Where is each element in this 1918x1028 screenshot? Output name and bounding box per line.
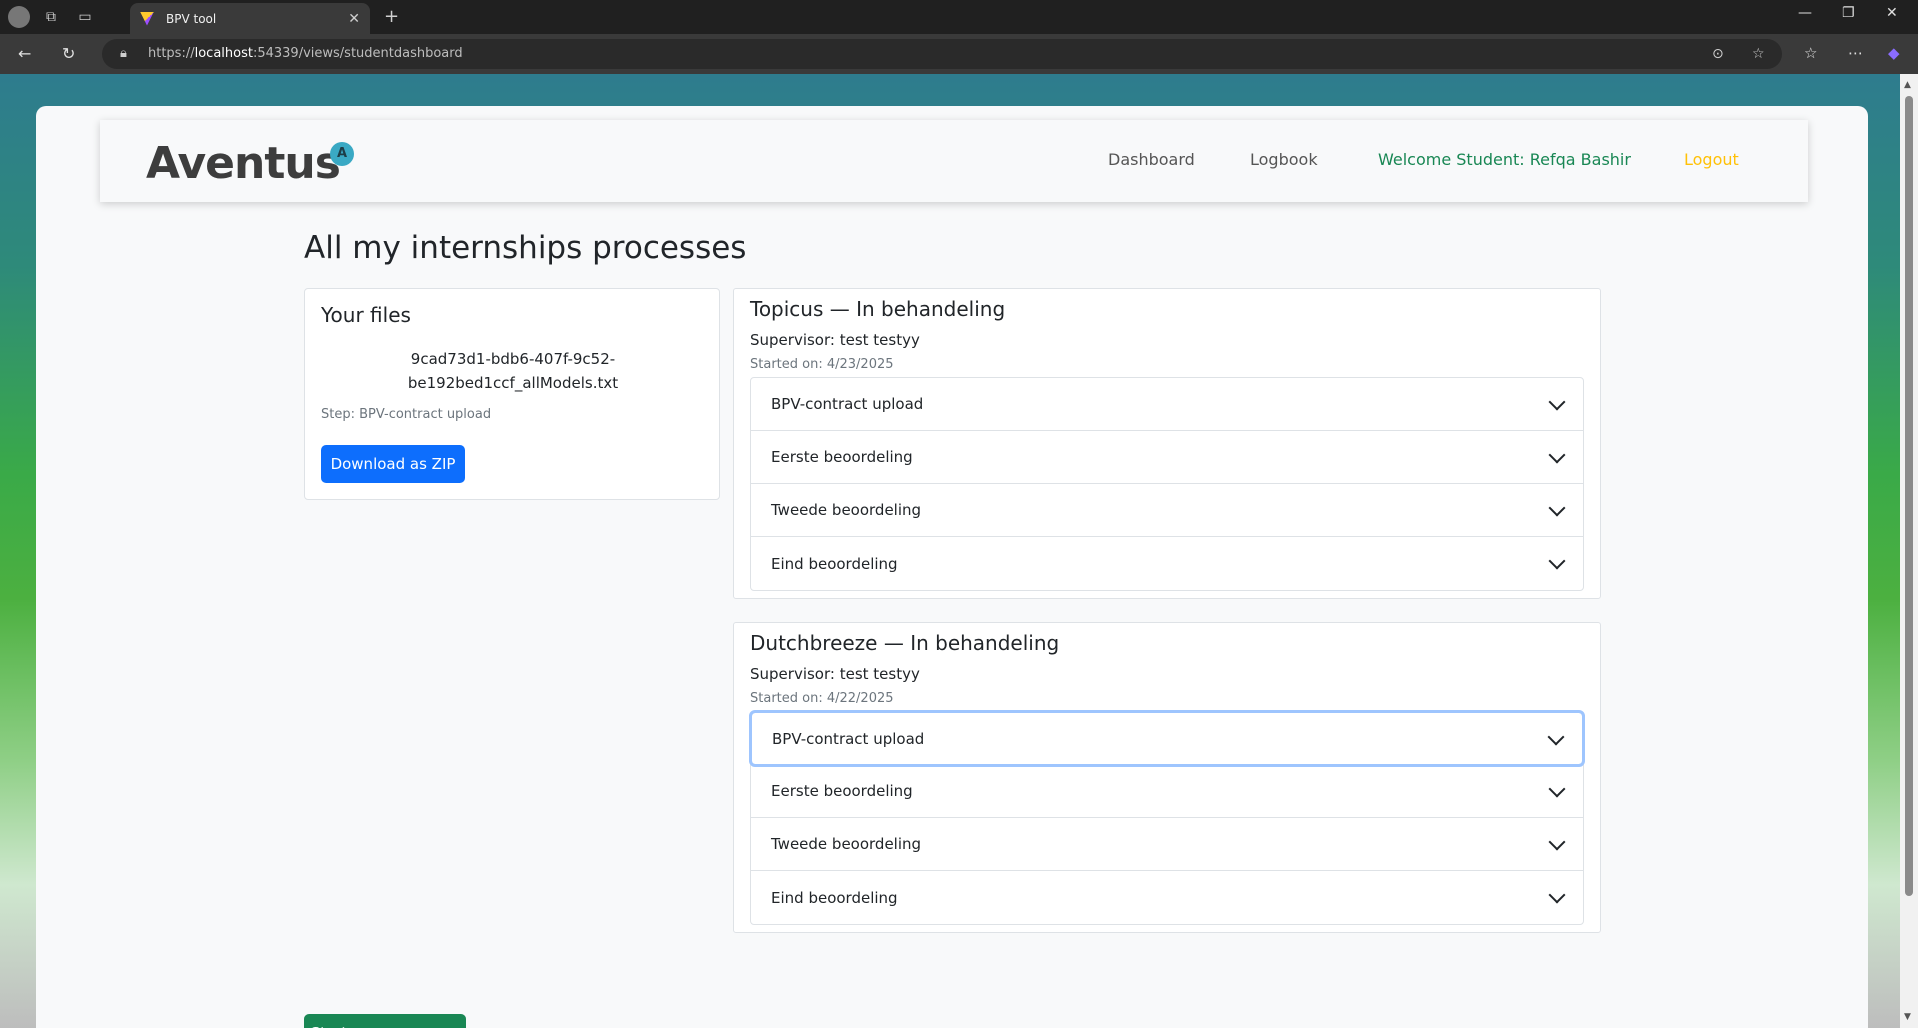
- close-tab-icon[interactable]: ✕: [348, 11, 360, 27]
- tab-actions-icon[interactable]: ▭: [74, 6, 96, 28]
- chevron-down-icon: [1548, 780, 1566, 798]
- minimize-icon[interactable]: —: [1798, 5, 1812, 21]
- process-supervisor: Supervisor: test testyy: [750, 665, 920, 683]
- copilot-icon[interactable]: ◆: [1888, 44, 1900, 62]
- browser-toolbar: ← ↻ 🔒︎ https://localhost:54339/views/stu…: [0, 34, 1918, 74]
- url-prefix: https://: [148, 46, 195, 61]
- reload-icon[interactable]: ↻: [62, 44, 75, 63]
- tab-title: BPV tool: [166, 11, 217, 26]
- lock-icon: 🔒︎: [120, 46, 127, 61]
- accordion-item[interactable]: Tweede beoordeling: [751, 818, 1583, 871]
- accordion-item[interactable]: Eerste beoordeling: [751, 765, 1583, 818]
- workspaces-icon[interactable]: ⧉: [40, 6, 62, 28]
- scroll-down-icon[interactable]: ▼: [1904, 1012, 1911, 1022]
- chevron-down-icon: [1548, 446, 1566, 464]
- accordion-label: Tweede beoordeling: [771, 835, 922, 853]
- accordion-label: BPV-contract upload: [771, 395, 924, 413]
- accordion-item[interactable]: Eind beoordeling: [751, 537, 1583, 590]
- accordion-item[interactable]: Tweede beoordeling: [751, 484, 1583, 537]
- scrollbar-thumb[interactable]: [1905, 96, 1913, 896]
- new-tab-icon[interactable]: +: [384, 6, 399, 27]
- scroll-up-icon[interactable]: ▲: [1904, 80, 1911, 90]
- more-icon[interactable]: ⋯: [1848, 44, 1863, 62]
- logo-badge-icon: A: [330, 142, 354, 166]
- page-title: All my internships processes: [304, 230, 747, 266]
- files-card: Your files 9cad73d1-bdb6-407f-9c52- be19…: [304, 288, 720, 500]
- file-name-line-2: be192bed1ccf_allModels.txt: [407, 374, 619, 392]
- files-heading: Your files: [321, 303, 411, 327]
- browser-tab[interactable]: BPV tool ✕: [130, 3, 370, 34]
- chevron-down-icon: [1547, 728, 1565, 746]
- process-steps-accordion: BPV-contract upload Eerste beoordeling T…: [749, 710, 1585, 925]
- file-name: 9cad73d1-bdb6-407f-9c52- be192bed1ccf_al…: [321, 347, 705, 395]
- accordion-label: Tweede beoordeling: [771, 501, 922, 519]
- download-zip-button[interactable]: Download as ZIP: [321, 445, 465, 483]
- logo[interactable]: Aventus: [146, 138, 341, 189]
- browser-tab-bar: ⧉ ▭ BPV tool ✕ + — ❐ ✕: [0, 0, 1918, 34]
- process-steps-accordion: BPV-contract upload Eerste beoordeling T…: [750, 377, 1584, 591]
- url-host: localhost: [194, 46, 253, 61]
- accordion-item[interactable]: BPV-contract upload: [749, 710, 1585, 767]
- accordion-label: BPV-contract upload: [772, 729, 925, 748]
- accordion-item[interactable]: BPV-contract upload: [751, 378, 1583, 431]
- chevron-down-icon: [1548, 833, 1566, 851]
- navbar: Aventus A Dashboard Logbook Welcome Stud…: [100, 120, 1808, 202]
- logout-link[interactable]: Logout: [1684, 150, 1739, 169]
- process-title: Dutchbreeze — In behandeling: [750, 631, 1060, 655]
- process-card-dutchbreeze: Dutchbreeze — In behandeling Supervisor:…: [733, 622, 1601, 933]
- close-window-icon[interactable]: ✕: [1886, 5, 1898, 21]
- accordion-label: Eind beoordeling: [771, 888, 898, 907]
- accordion-label: Eind beoordeling: [771, 554, 898, 573]
- file-step: Step: BPV-contract upload: [321, 407, 492, 422]
- process-title: Topicus — In behandeling: [750, 297, 1006, 321]
- back-icon[interactable]: ←: [18, 44, 31, 63]
- accordion-label: Eerste beoordeling: [771, 782, 913, 800]
- url-path: :54339/views/studentdashboard: [252, 46, 463, 61]
- favorites-icon[interactable]: ☆: [1804, 44, 1817, 62]
- chevron-down-icon: [1548, 552, 1566, 570]
- nav-dashboard-link[interactable]: Dashboard: [1108, 150, 1195, 169]
- process-supervisor: Supervisor: test testyy: [750, 331, 920, 349]
- profile-avatar[interactable]: [8, 6, 30, 28]
- favicon-icon: [140, 11, 154, 26]
- process-started: Started on: 4/22/2025: [750, 691, 894, 706]
- reader-icon[interactable]: ⊙: [1712, 39, 1724, 69]
- page-viewport: Aventus A Dashboard Logbook Welcome Stud…: [0, 74, 1900, 1028]
- page-container: Aventus A Dashboard Logbook Welcome Stud…: [36, 106, 1868, 1028]
- start-new-process-button[interactable]: Start a new process: [304, 1014, 466, 1028]
- address-bar[interactable]: 🔒︎ https://localhost:54339/views/student…: [102, 39, 1782, 69]
- welcome-text: Welcome Student: Refqa Bashir: [1378, 150, 1631, 169]
- chevron-down-icon: [1548, 499, 1566, 517]
- file-name-line-1: 9cad73d1-bdb6-407f-9c52-: [410, 350, 616, 368]
- favorite-star-icon[interactable]: ☆: [1752, 39, 1765, 69]
- page-scrollbar[interactable]: ▲ ▼: [1900, 74, 1918, 1028]
- restore-icon[interactable]: ❐: [1842, 5, 1855, 21]
- nav-logbook-link[interactable]: Logbook: [1250, 150, 1318, 169]
- accordion-item[interactable]: Eerste beoordeling: [751, 431, 1583, 484]
- accordion-item[interactable]: Eind beoordeling: [751, 871, 1583, 924]
- process-started: Started on: 4/23/2025: [750, 357, 894, 372]
- process-card-topicus: Topicus — In behandeling Supervisor: tes…: [733, 288, 1601, 599]
- accordion-label: Eerste beoordeling: [771, 448, 913, 466]
- chevron-down-icon: [1548, 886, 1566, 904]
- chevron-down-icon: [1548, 393, 1566, 411]
